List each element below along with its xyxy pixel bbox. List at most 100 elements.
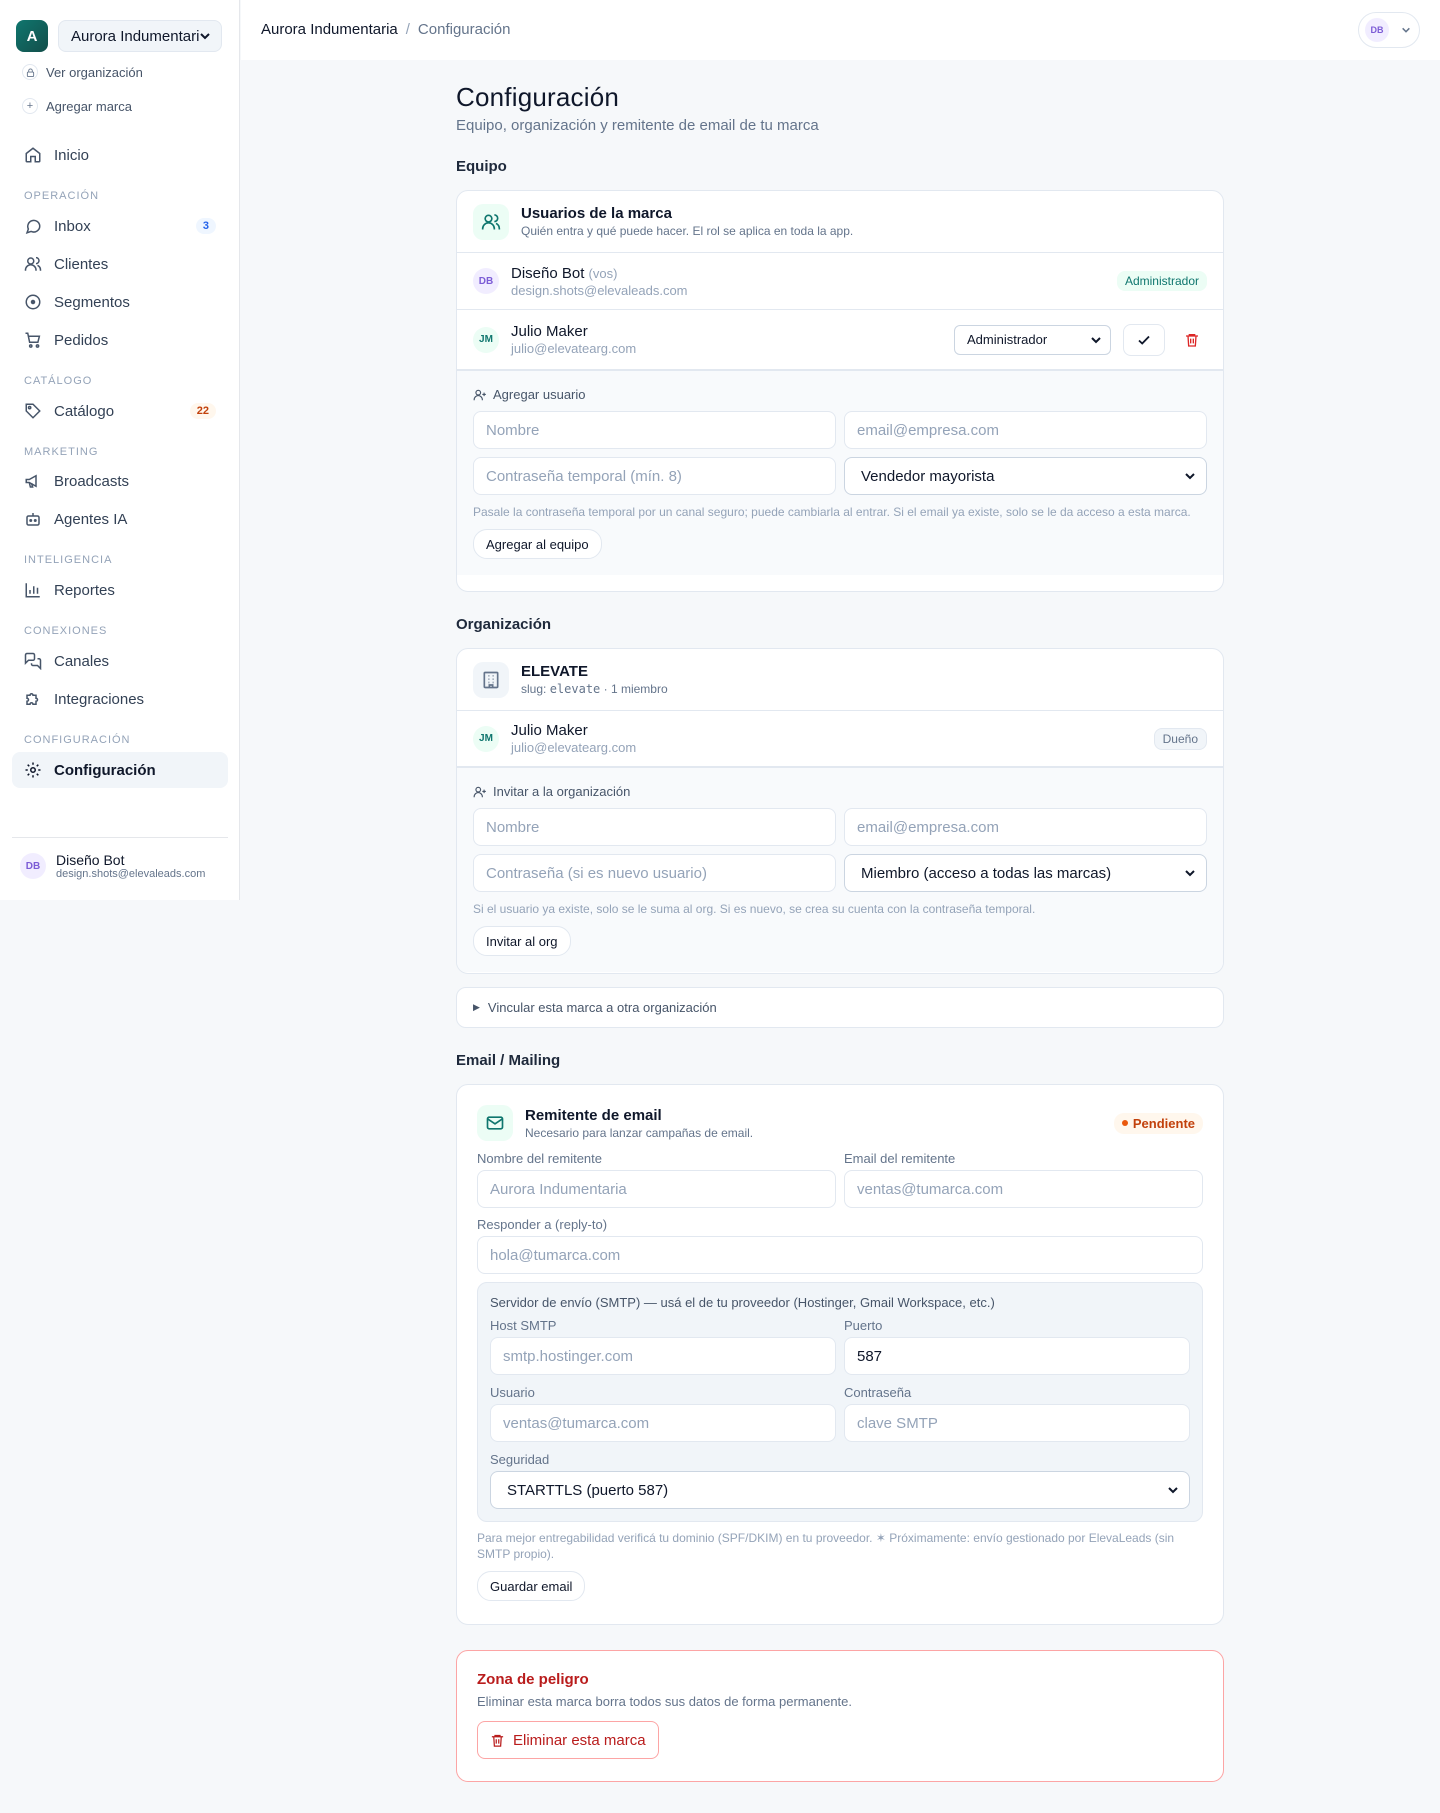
user-menu-button[interactable]: DB xyxy=(1358,12,1420,48)
email-card-header: Remitente de email Necesario para lanzar… xyxy=(477,1105,1203,1141)
avatar: DB xyxy=(20,853,46,879)
invite-text: Invitar a la organización xyxy=(493,784,631,799)
invite-hint: Si el usuario ya existe, solo se le suma… xyxy=(473,902,1036,916)
smtp-settings: Servidor de envío (SMTP) — usá el de tu … xyxy=(477,1282,1203,1522)
page-header: Configuración Equipo, organización y rem… xyxy=(456,82,1224,134)
invite-role-select[interactable]: Miembro (acceso a todas las marcas) xyxy=(844,854,1207,892)
status-badge: Pendiente xyxy=(1113,1112,1203,1134)
nav-item-inbox[interactable]: Inbox 3 xyxy=(12,208,228,244)
tag-icon xyxy=(25,403,41,419)
team-card-header: Usuarios de la marca Quién entra y qué p… xyxy=(457,191,1223,253)
security-select-value: STARTTLS (puerto 587) xyxy=(507,1481,669,1499)
nav-item-channels[interactable]: Canales xyxy=(12,643,228,679)
email-section-title: Email / Mailing xyxy=(456,1052,561,1069)
smtp-host-input[interactable]: smtp.hostinger.com xyxy=(490,1337,836,1375)
brand-select[interactable]: Aurora Indumentaria xyxy=(58,20,222,52)
smtp-port-input[interactable]: 587 xyxy=(844,1337,1190,1375)
sender-email-input[interactable]: ventas@tumarca.com xyxy=(844,1170,1203,1208)
sidebar-user[interactable]: DB Diseño Bot design.shots@elevaleads.co… xyxy=(20,852,211,880)
smtp-port-label: Puerto xyxy=(844,1318,883,1333)
member-email: design.shots@elevaleads.com xyxy=(511,282,688,298)
nav-label: Catálogo xyxy=(54,402,115,420)
nav-label: Clientes xyxy=(54,255,109,273)
nav-label: Inbox xyxy=(54,217,91,235)
section-label: OPERACIÓN xyxy=(24,190,100,202)
invite-password-input[interactable]: Contraseña (si es nuevo usuario) xyxy=(473,854,836,892)
invite-org-button[interactable]: Invitar al org xyxy=(473,926,571,956)
smtp-user-input[interactable]: ventas@tumarca.com xyxy=(490,1404,836,1442)
sender-name-input[interactable]: Aurora Indumentaria xyxy=(477,1170,836,1208)
new-user-role-select[interactable]: Vendedor mayorista xyxy=(844,457,1207,495)
team-card: Usuarios de la marca Quién entra y qué p… xyxy=(456,190,1224,592)
chat-bubble-icon xyxy=(25,219,41,234)
smtp-host-label: Host SMTP xyxy=(490,1318,557,1333)
member-email: julio@elevatearg.com xyxy=(511,341,637,356)
nav-item-reports[interactable]: Reportes xyxy=(12,572,228,608)
save-role-button[interactable] xyxy=(1123,323,1165,356)
org-member-row: JM Julio Maker julio@elevatearg.com Dueñ… xyxy=(457,711,1223,768)
delete-brand-button[interactable]: Eliminar esta marca xyxy=(477,1721,659,1759)
smtp-security-label: Seguridad xyxy=(490,1452,550,1467)
invite-email-input[interactable]: email@empresa.com xyxy=(844,808,1207,846)
nav-item-segments[interactable]: Segmentos xyxy=(12,284,228,320)
danger-title: Zona de peligro xyxy=(477,1671,589,1688)
you-tag: (vos) xyxy=(588,265,618,281)
org-card: ELEVATE slug: elevate · 1 miembro JM Jul… xyxy=(456,648,1224,974)
member-name: Julio Maker xyxy=(511,323,588,340)
sender-email-label: Email del remitente xyxy=(844,1151,956,1166)
triangle-right-icon: ▶ xyxy=(473,1002,480,1012)
nav-item-integrations[interactable]: Integraciones xyxy=(12,681,228,717)
smtp-password-input[interactable]: clave SMTP xyxy=(844,1404,1190,1442)
user-plus-icon xyxy=(473,786,486,797)
nav-label: Agentes IA xyxy=(54,510,128,528)
breadcrumb: Aurora Indumentaria / Configuración xyxy=(261,21,510,38)
email-hint: Para mejor entregabilidad verificá tu do… xyxy=(477,1531,1175,1561)
page-title: Configuración xyxy=(456,82,620,112)
role-badge: Dueño xyxy=(1153,727,1207,750)
nav-item-catalog[interactable]: Catálogo 22 xyxy=(12,393,228,429)
link-other-org-toggle[interactable]: ▶ Vincular esta marca a otra organizació… xyxy=(456,987,1224,1028)
new-user-password-input[interactable]: Contraseña temporal (mín. 8) xyxy=(473,457,836,495)
save-email-button[interactable]: Guardar email xyxy=(477,1571,586,1601)
cart-icon xyxy=(25,332,41,348)
breadcrumb-brand[interactable]: Aurora Indumentaria xyxy=(261,21,398,38)
nav-item-orders[interactable]: Pedidos xyxy=(12,322,228,358)
email-card-title: Remitente de email xyxy=(525,1106,662,1124)
reply-to-input[interactable]: hola@tumarca.com xyxy=(477,1236,1203,1274)
bot-icon xyxy=(26,513,40,526)
member-role-select[interactable]: Administrador xyxy=(954,324,1111,355)
plus-icon: + xyxy=(22,98,38,114)
org-slug: elevate xyxy=(549,682,601,696)
nav-item-agents[interactable]: Agentes IA xyxy=(12,501,228,537)
delete-brand-label: Eliminar esta marca xyxy=(513,1731,646,1749)
nav-label: Reportes xyxy=(54,581,115,599)
new-user-email-input[interactable]: email@empresa.com xyxy=(844,411,1207,449)
megaphone-icon xyxy=(25,474,37,488)
chevron-down-icon xyxy=(1091,336,1101,343)
team-member-row: DB Diseño Bot (vos) design.shots@elevale… xyxy=(457,253,1223,310)
team-card-desc: Quién entra y qué puede hacer. El rol se… xyxy=(521,224,854,238)
topbar: Aurora Indumentaria / Configuración DB xyxy=(241,0,1440,60)
sidebar-divider xyxy=(12,837,228,838)
smtp-security-select[interactable]: STARTTLS (puerto 587) xyxy=(490,1471,1190,1509)
link-other-org-label: Vincular esta marca a otra organización xyxy=(487,1000,717,1015)
section-label: INTELIGENCIA xyxy=(24,554,113,566)
nav-item-home[interactable]: Inicio xyxy=(12,137,228,173)
add-to-team-button[interactable]: Agregar al equipo xyxy=(473,529,602,559)
sender-name-label: Nombre del remitente xyxy=(477,1151,602,1166)
nav-item-settings[interactable]: Configuración xyxy=(12,752,228,788)
add-brand-link[interactable]: + Agregar marca xyxy=(22,98,132,114)
user-name: Diseño Bot xyxy=(56,852,125,868)
nav-item-broadcasts[interactable]: Broadcasts xyxy=(12,463,228,499)
new-user-name-input[interactable]: Nombre xyxy=(473,411,836,449)
remove-member-button[interactable] xyxy=(1177,325,1207,355)
brand-switcher: A Aurora Indumentaria xyxy=(16,20,222,52)
invite-name-input[interactable]: Nombre xyxy=(473,808,836,846)
section-label: MARKETING xyxy=(24,446,99,458)
nav-item-clients[interactable]: Clientes xyxy=(12,246,228,282)
member-name: Julio Maker xyxy=(511,722,588,739)
view-org-link[interactable]: Ver organización xyxy=(22,64,143,80)
brand-select-value: Aurora Indumentaria xyxy=(71,27,199,45)
gear-icon xyxy=(25,762,41,778)
status-text: Pendiente xyxy=(1132,1115,1195,1131)
